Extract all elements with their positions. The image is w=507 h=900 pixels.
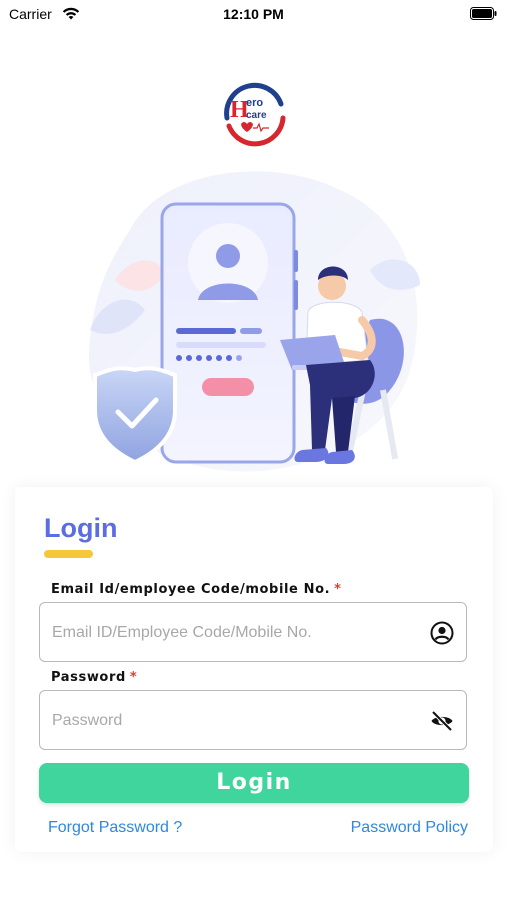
eye-off-icon[interactable] xyxy=(430,709,454,733)
logo-text-bottom: care xyxy=(246,110,267,121)
logo-text-top: ero xyxy=(246,97,263,109)
title-underline xyxy=(44,550,93,558)
login-title: Login xyxy=(44,513,118,543)
password-input[interactable] xyxy=(50,691,424,751)
forgot-password-link[interactable]: Forgot Password ? xyxy=(48,819,182,837)
email-label-text: Email Id/employee Code/mobile No. xyxy=(51,582,331,597)
password-label-text: Password xyxy=(51,670,126,685)
password-field[interactable] xyxy=(39,690,467,751)
status-bar: Carrier 12:10 PM xyxy=(0,0,507,30)
hero-care-logo: H ero care xyxy=(224,82,286,147)
email-label: Email Id/employee Code/mobile No. * xyxy=(51,582,342,597)
email-input[interactable] xyxy=(50,603,424,663)
required-asterisk: * xyxy=(129,670,138,685)
email-field[interactable] xyxy=(39,602,467,663)
battery-icon xyxy=(470,7,497,20)
password-label: Password * xyxy=(51,670,137,685)
account-circle-icon xyxy=(430,621,454,645)
clock-time: 12:10 PM xyxy=(223,6,284,22)
login-button[interactable]: Login xyxy=(39,763,469,803)
login-illustration xyxy=(88,171,420,472)
password-policy-link[interactable]: Password Policy xyxy=(351,819,468,837)
required-asterisk: * xyxy=(334,582,342,597)
